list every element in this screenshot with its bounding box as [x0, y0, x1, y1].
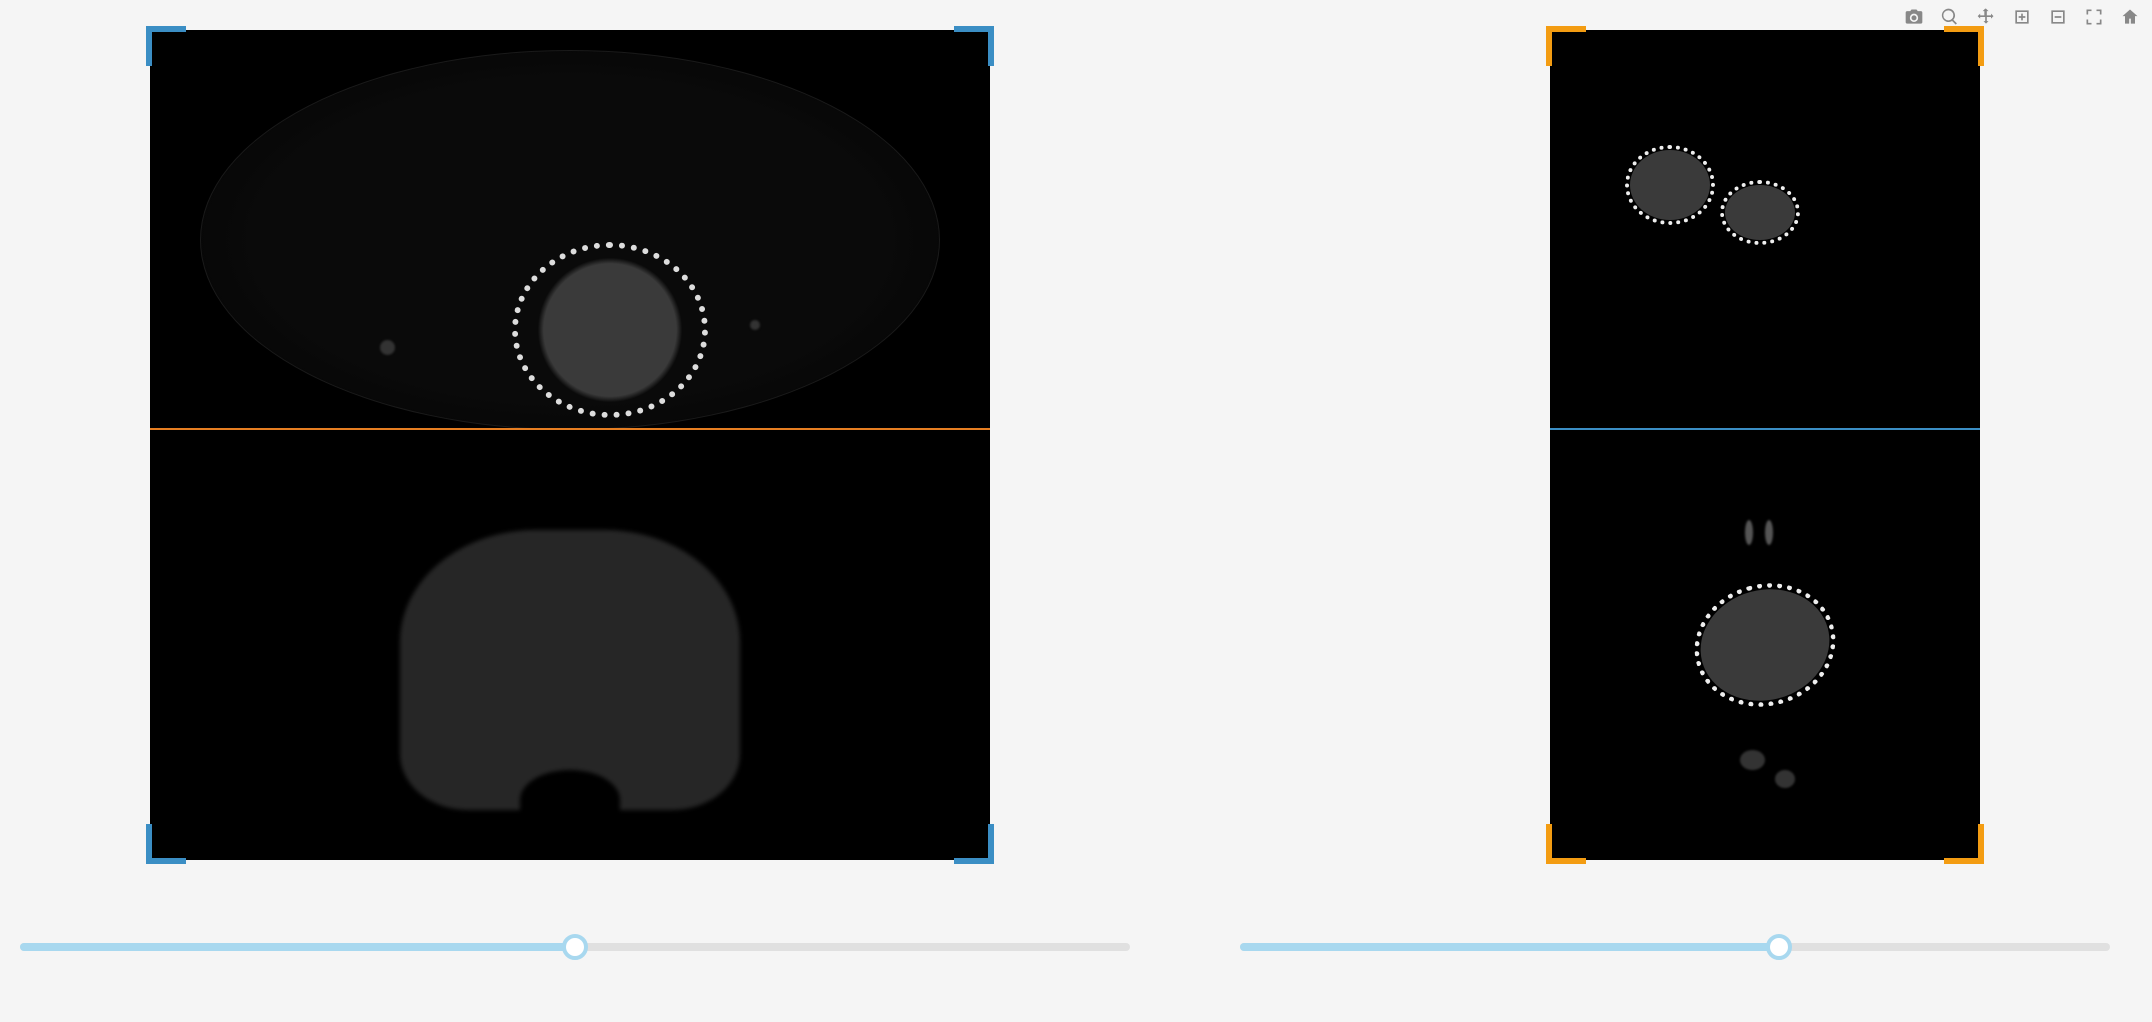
- autoscale-icon[interactable]: [2082, 5, 2106, 29]
- slice-slider-left[interactable]: [20, 932, 1130, 962]
- corner-marker: [1546, 26, 1586, 66]
- corner-marker: [146, 26, 186, 66]
- slice-slider-right[interactable]: [1240, 932, 2110, 962]
- sliders-row: [0, 932, 2152, 962]
- crosshair-line-horizontal[interactable]: [1550, 428, 1980, 430]
- slider-thumb[interactable]: [1766, 934, 1792, 960]
- scan-content-left: [150, 30, 990, 860]
- slider-fill: [20, 943, 575, 951]
- viewer-container: [0, 0, 2152, 860]
- viewer-right-panel: [1550, 30, 1980, 860]
- image-frame-left[interactable]: [150, 30, 990, 860]
- camera-icon[interactable]: [1902, 5, 1926, 29]
- slider-fill: [1240, 943, 1779, 951]
- plot-toolbar: [1902, 5, 2142, 29]
- home-icon[interactable]: [2118, 5, 2142, 29]
- crosshair-line-horizontal[interactable]: [150, 428, 990, 430]
- corner-marker: [1546, 824, 1586, 864]
- corner-marker: [146, 824, 186, 864]
- corner-marker: [954, 26, 994, 66]
- corner-marker: [954, 824, 994, 864]
- corner-marker: [1944, 824, 1984, 864]
- scan-content-right: [1550, 30, 1980, 860]
- viewer-left-panel: [150, 30, 990, 860]
- zoom-out-icon[interactable]: [2046, 5, 2070, 29]
- image-frame-right[interactable]: [1550, 30, 1980, 860]
- slider-thumb[interactable]: [562, 934, 588, 960]
- corner-marker: [1944, 26, 1984, 66]
- zoom-in-icon[interactable]: [2010, 5, 2034, 29]
